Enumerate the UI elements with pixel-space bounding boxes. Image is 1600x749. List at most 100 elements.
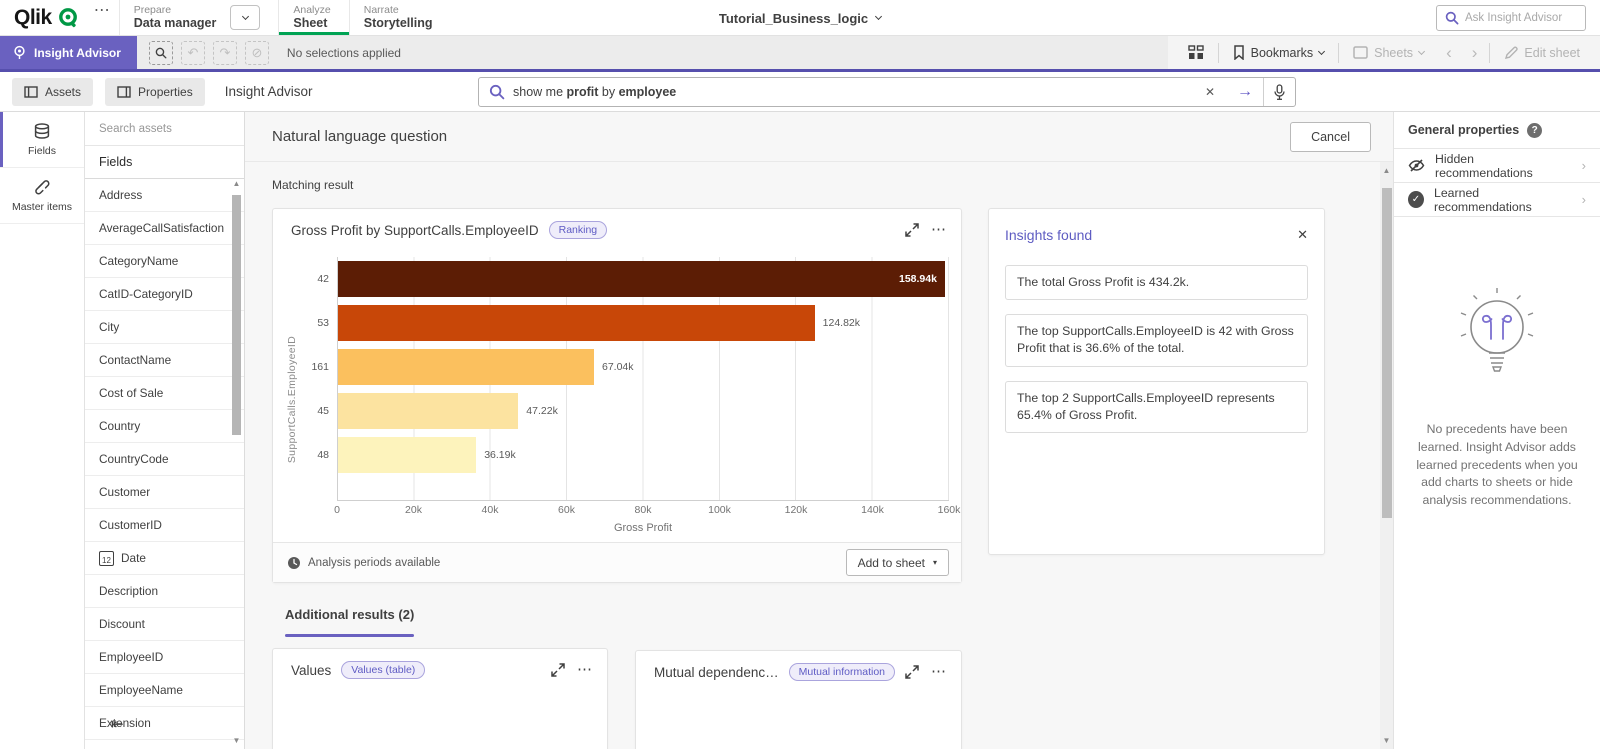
bar[interactable] [338,393,518,429]
chart-menu-icon[interactable]: ⋯ [931,226,947,234]
cancel-button[interactable]: Cancel [1290,122,1371,152]
scrollbar-thumb[interactable] [232,195,241,435]
chart-card-header: Gross Profit by SupportCalls.EmployeeID … [273,209,961,247]
tab-prepare[interactable]: Prepare Data manager [119,0,279,35]
field-item[interactable]: CategoryName [85,245,244,278]
rail-item-fields[interactable]: Fields [0,112,84,168]
edit-sheet-button[interactable]: Edit sheet [1494,36,1590,69]
mutual-menu-icon[interactable]: ⋯ [931,668,947,676]
add-to-sheet-button[interactable]: Add to sheet ▾ [846,549,949,576]
edit-sheet-label: Edit sheet [1524,46,1580,60]
tab-label: Sheet [293,16,330,30]
properties-toggle-label: Properties [138,85,193,99]
field-item[interactable]: 12Date [85,542,244,575]
bar-chart[interactable]: SupportCalls.EmployeeID 42531614548 158.… [273,247,961,542]
bar-value-label: 36.19k [484,449,516,461]
collapse-panel-icon[interactable]: ⇤ [111,715,124,733]
bar[interactable] [338,305,815,341]
app-title-chevron-icon[interactable] [875,13,882,20]
assets-search-input[interactable] [99,123,230,135]
main-scrollbar[interactable]: ▲ ▼ [1380,162,1393,749]
bar[interactable]: 158.94k [338,261,945,297]
nlq-query-text[interactable]: show me profit by employee [513,85,1193,99]
bookmarks-button[interactable]: Bookmarks [1223,36,1335,69]
bar[interactable] [338,349,594,385]
chevron-down-icon [242,12,249,19]
submit-query-icon[interactable]: → [1227,84,1263,100]
sheets-button[interactable]: Sheets [1343,36,1434,69]
properties-toggle-button[interactable]: Properties [105,78,205,106]
expand-icon[interactable] [905,665,919,679]
field-item[interactable]: Customer [85,476,244,509]
field-item[interactable]: EmployeeName [85,674,244,707]
sheet-toolbar: Bookmarks Sheets ‹ › Edit sheet [1168,36,1600,69]
field-item-label: CategoryName [99,254,178,268]
query-segment: by [598,85,618,99]
field-item[interactable]: Discount [85,608,244,641]
expand-icon[interactable] [905,223,919,237]
values-menu-icon[interactable]: ⋯ [577,666,593,674]
field-item[interactable]: EmployeeID [85,641,244,674]
previous-sheet-icon[interactable]: ‹ [1438,44,1460,61]
field-item[interactable]: Country [85,410,244,443]
more-menu-icon[interactable]: ⋯ [90,0,119,35]
field-item[interactable]: CatID-CategoryID [85,278,244,311]
hidden-recommendations-row[interactable]: Hidden recommendations › [1394,149,1600,183]
bar-value-label: 158.94k [899,273,937,285]
qlik-logo[interactable]: Qlik [0,0,90,35]
field-item[interactable]: City [85,311,244,344]
field-item[interactable]: Cost of Sale [85,377,244,410]
tab-additional-results[interactable]: Additional results (2) [285,606,414,637]
tab-analyze[interactable]: Analyze Sheet [278,0,348,35]
field-item[interactable]: ContactName [85,344,244,377]
insight-item[interactable]: The top 2 SupportCalls.EmployeeID repres… [1005,381,1308,433]
eye-slash-icon [1408,158,1425,173]
scroll-up-icon[interactable]: ▲ [1380,166,1393,175]
help-icon[interactable]: ? [1527,123,1542,138]
clear-query-icon[interactable]: ✕ [1193,85,1227,99]
learned-recommendations-row[interactable]: ✓ Learned recommendations › [1394,183,1600,217]
voice-query-button[interactable] [1263,78,1295,106]
clear-selections-icon[interactable]: ⊘ [245,41,269,65]
app-overview-button[interactable] [1178,36,1214,69]
nlq-search-box[interactable]: show me profit by employee ✕ → [478,77,1296,107]
fields-section-header[interactable]: Fields [85,146,244,179]
scroll-up-icon[interactable]: ▲ [231,179,242,188]
undo-selection-icon[interactable]: ↶ [181,41,205,65]
scroll-down-icon[interactable]: ▼ [1380,736,1393,745]
insight-advisor-button[interactable]: Insight Advisor [0,36,137,69]
assets-scrollbar[interactable]: ▲ ▼ [231,179,242,745]
tab-narrate[interactable]: Narrate Storytelling [349,0,451,35]
bar[interactable] [338,437,476,473]
assets-search[interactable] [85,112,244,146]
search-icon [489,84,505,100]
x-axis-title: Gross Profit [337,520,949,542]
ask-insight-advisor-box[interactable] [1436,5,1586,31]
field-item[interactable]: AverageCallSatisfaction [85,212,244,245]
assets-toggle-button[interactable]: Assets [12,78,93,106]
field-item[interactable]: CountryCode [85,443,244,476]
smart-search-icon[interactable] [149,41,173,65]
bar-value-label: 47.22k [526,405,558,417]
expand-icon[interactable] [551,663,565,677]
insight-item[interactable]: The total Gross Profit is 434.2k. [1005,265,1308,300]
x-axis-tick-label: 100k [708,504,731,516]
field-item[interactable]: Address [85,179,244,212]
bookmark-icon [1233,45,1245,60]
query-segment: show me [513,85,567,99]
redo-selection-icon[interactable]: ↷ [213,41,237,65]
qlik-logo-text: Qlik [14,6,52,30]
next-sheet-icon[interactable]: › [1464,44,1486,61]
close-insights-icon[interactable]: ✕ [1297,227,1308,243]
x-axis-tick-label: 60k [558,504,575,516]
scrollbar-thumb[interactable] [1382,188,1392,518]
field-item[interactable]: Extension [85,707,244,740]
rail-item-master-items[interactable]: Master items [0,168,84,224]
field-item[interactable]: CustomerID [85,509,244,542]
app-title[interactable]: Tutorial_Business_logic [719,11,868,26]
insight-item[interactable]: The top SupportCalls.EmployeeID is 42 wi… [1005,314,1308,366]
prepare-dropdown-button[interactable] [230,5,260,30]
field-item[interactable]: Description [85,575,244,608]
ask-insight-advisor-input[interactable] [1465,12,1577,24]
scroll-down-icon[interactable]: ▼ [231,736,242,745]
